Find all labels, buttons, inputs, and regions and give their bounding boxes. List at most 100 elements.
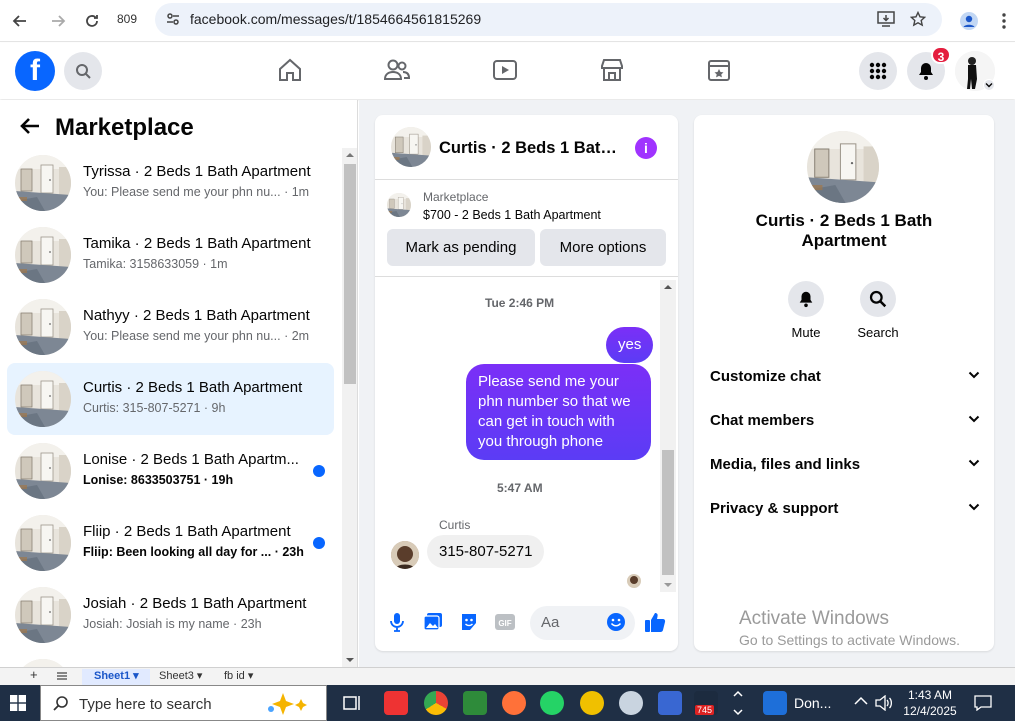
shield-app-icon[interactable] — [658, 691, 682, 715]
chat-avatar[interactable] — [391, 127, 431, 167]
thumbs-up-icon[interactable] — [644, 611, 666, 633]
firefox-icon[interactable] — [502, 691, 526, 715]
chat-details-title: Curtis · 2 Beds 1 Bath Apartment — [755, 211, 933, 250]
browser-toolbar: 809 facebook.com/messages/t/185466456181… — [0, 0, 1015, 42]
sheet-tab[interactable]: fb id ▾ — [224, 669, 253, 682]
profile-icon[interactable] — [957, 9, 981, 33]
windows-start-icon[interactable] — [10, 695, 26, 711]
scrollbar[interactable] — [342, 148, 357, 667]
chat-profile-photo[interactable] — [807, 131, 879, 203]
taskbar-overflow-icon[interactable] — [733, 689, 743, 717]
conversation-item[interactable]: Tamika · 2 Beds 1 Bath Apartment Tamika: … — [7, 219, 334, 291]
privacy-support-row[interactable]: Privacy & support — [710, 495, 980, 525]
app-icon[interactable] — [619, 691, 643, 715]
media-files-links-row[interactable]: Media, files and links — [710, 451, 980, 481]
conversation-item[interactable]: Fliip · 2 Beds 1 Bath Apartment Fliip: Be… — [7, 507, 334, 579]
windows-taskbar: Type here to search 745 Don... 1:43 AM 1… — [0, 685, 1015, 721]
back-arrow-icon[interactable] — [8, 9, 32, 33]
conversation-name: Lonise · 2 Beds 1 Bath Apartm... — [83, 451, 299, 468]
anydesk-icon[interactable] — [384, 691, 408, 715]
row-label: Privacy & support — [710, 500, 839, 517]
listing-title[interactable]: $700 - 2 Beds 1 Bath Apartment — [423, 208, 601, 222]
conversation-thumbnail — [15, 371, 71, 427]
sticker-icon[interactable] — [458, 611, 480, 633]
chevron-down-icon — [968, 459, 980, 467]
chat-scrollbar[interactable] — [660, 280, 676, 592]
volume-icon[interactable] — [875, 695, 893, 711]
conversation-item[interactable] — [7, 651, 334, 667]
reload-icon[interactable] — [80, 9, 104, 33]
conversation-list-panel: Marketplace Tyrissa · 2 Beds 1 Bath Apar… — [0, 100, 358, 667]
mark-as-pending-button[interactable]: Mark as pending — [387, 229, 535, 266]
search-icon[interactable] — [64, 52, 102, 90]
back-arrow-icon[interactable] — [20, 117, 40, 135]
xender-icon[interactable] — [580, 691, 604, 715]
taskbar-app-label[interactable]: Don... — [794, 695, 831, 711]
customize-chat-row[interactable]: Customize chat — [710, 363, 980, 393]
bookmark-star-icon[interactable] — [910, 11, 926, 27]
conversation-thumbnail — [15, 299, 71, 355]
conversation-name: Josiah · 2 Beds 1 Bath Apartment — [83, 595, 307, 612]
message-thread: Tue 2:46 PM yes Please send me your phn … — [375, 278, 678, 593]
notification-center-icon[interactable] — [974, 695, 992, 711]
watch-icon[interactable] — [490, 55, 520, 85]
bell-icon — [788, 281, 824, 317]
incoming-message[interactable]: 315-807-5271 — [427, 535, 545, 568]
friends-icon[interactable] — [382, 55, 412, 85]
browser-menu-icon[interactable] — [992, 9, 1015, 33]
home-icon[interactable] — [275, 55, 305, 85]
chrome-icon[interactable] — [424, 691, 448, 715]
conversation-name: Curtis · 2 Beds 1 Bath Apartment — [83, 379, 303, 396]
forward-arrow-icon[interactable] — [46, 9, 70, 33]
taskbar-clock[interactable]: 1:43 AM 12/4/2025 — [897, 687, 963, 719]
sender-avatar[interactable] — [391, 541, 419, 569]
microphone-icon[interactable] — [386, 611, 408, 633]
facebook-logo[interactable]: f — [15, 51, 55, 91]
conversation-item[interactable]: Lonise · 2 Beds 1 Bath Apartm... Lonise: … — [7, 435, 334, 507]
outgoing-message[interactable]: Please send me your phn number so that w… — [466, 364, 651, 460]
svg-text:GIF: GIF — [498, 619, 511, 628]
sheet-tab-active[interactable]: Sheet1 ▾ — [82, 669, 150, 686]
marketplace-icon[interactable] — [597, 55, 627, 85]
conversation-preview: Josiah: Josiah is my name · 23h — [83, 617, 262, 631]
sheets-app-icon[interactable] — [463, 691, 487, 715]
more-options-button[interactable]: More options — [540, 229, 666, 266]
clock-date: 12/4/2025 — [903, 704, 957, 718]
row-label: Media, files and links — [710, 456, 861, 473]
site-settings-icon[interactable] — [165, 11, 181, 27]
chevron-up-icon[interactable] — [854, 696, 868, 706]
groups-icon[interactable] — [704, 55, 734, 85]
conversation-item[interactable]: Josiah · 2 Beds 1 Bath Apartment Josiah: … — [7, 579, 334, 651]
account-chevron-icon[interactable] — [983, 79, 995, 91]
chat-title[interactable]: Curtis · 2 Beds 1 Bath... — [439, 139, 619, 158]
address-bar[interactable]: facebook.com/messages/t/1854664561815269 — [155, 3, 942, 36]
sheet-tab[interactable]: Sheet3 ▾ — [159, 669, 202, 682]
conversation-preview: You: Please send me your phn nu... · 1m — [83, 185, 309, 199]
add-sheet-icon[interactable]: + — [30, 667, 38, 682]
install-app-icon[interactable] — [877, 11, 895, 27]
chat-header[interactable]: Curtis · 2 Beds 1 Bath... i — [375, 115, 678, 180]
conversation-item[interactable]: Tyrissa · 2 Beds 1 Bath Apartment You: Pl… — [7, 147, 334, 219]
taskbar-search-box[interactable]: Type here to search — [40, 685, 327, 721]
chat-members-row[interactable]: Chat members — [710, 407, 980, 437]
listing-thumbnail[interactable] — [387, 193, 411, 217]
outlook-icon[interactable] — [763, 691, 787, 715]
mail-counter-icon[interactable]: 745 — [694, 691, 718, 715]
copilot-sparkle-icon[interactable] — [261, 691, 317, 717]
conversation-name: Nathyy · 2 Beds 1 Bath Apartment — [83, 307, 310, 324]
search-icon — [860, 281, 896, 317]
task-view-icon[interactable] — [340, 691, 364, 715]
sheets-menu-icon[interactable] — [57, 669, 67, 681]
mute-button[interactable]: Mute — [776, 281, 836, 340]
gif-icon[interactable]: GIF — [494, 611, 516, 633]
menu-grid-icon[interactable] — [859, 52, 897, 90]
url-text[interactable]: facebook.com/messages/t/1854664561815269 — [190, 11, 481, 27]
emoji-icon[interactable] — [605, 611, 627, 633]
whatsapp-icon[interactable] — [540, 691, 564, 715]
photo-icon[interactable] — [422, 611, 444, 633]
conversation-item[interactable]: Curtis · 2 Beds 1 Bath Apartment Curtis: … — [7, 363, 334, 435]
search-button[interactable]: Search — [848, 281, 908, 340]
outgoing-message[interactable]: yes — [606, 327, 654, 363]
conversation-item[interactable]: Nathyy · 2 Beds 1 Bath Apartment You: Ple… — [7, 291, 334, 363]
info-icon[interactable]: i — [635, 137, 657, 159]
